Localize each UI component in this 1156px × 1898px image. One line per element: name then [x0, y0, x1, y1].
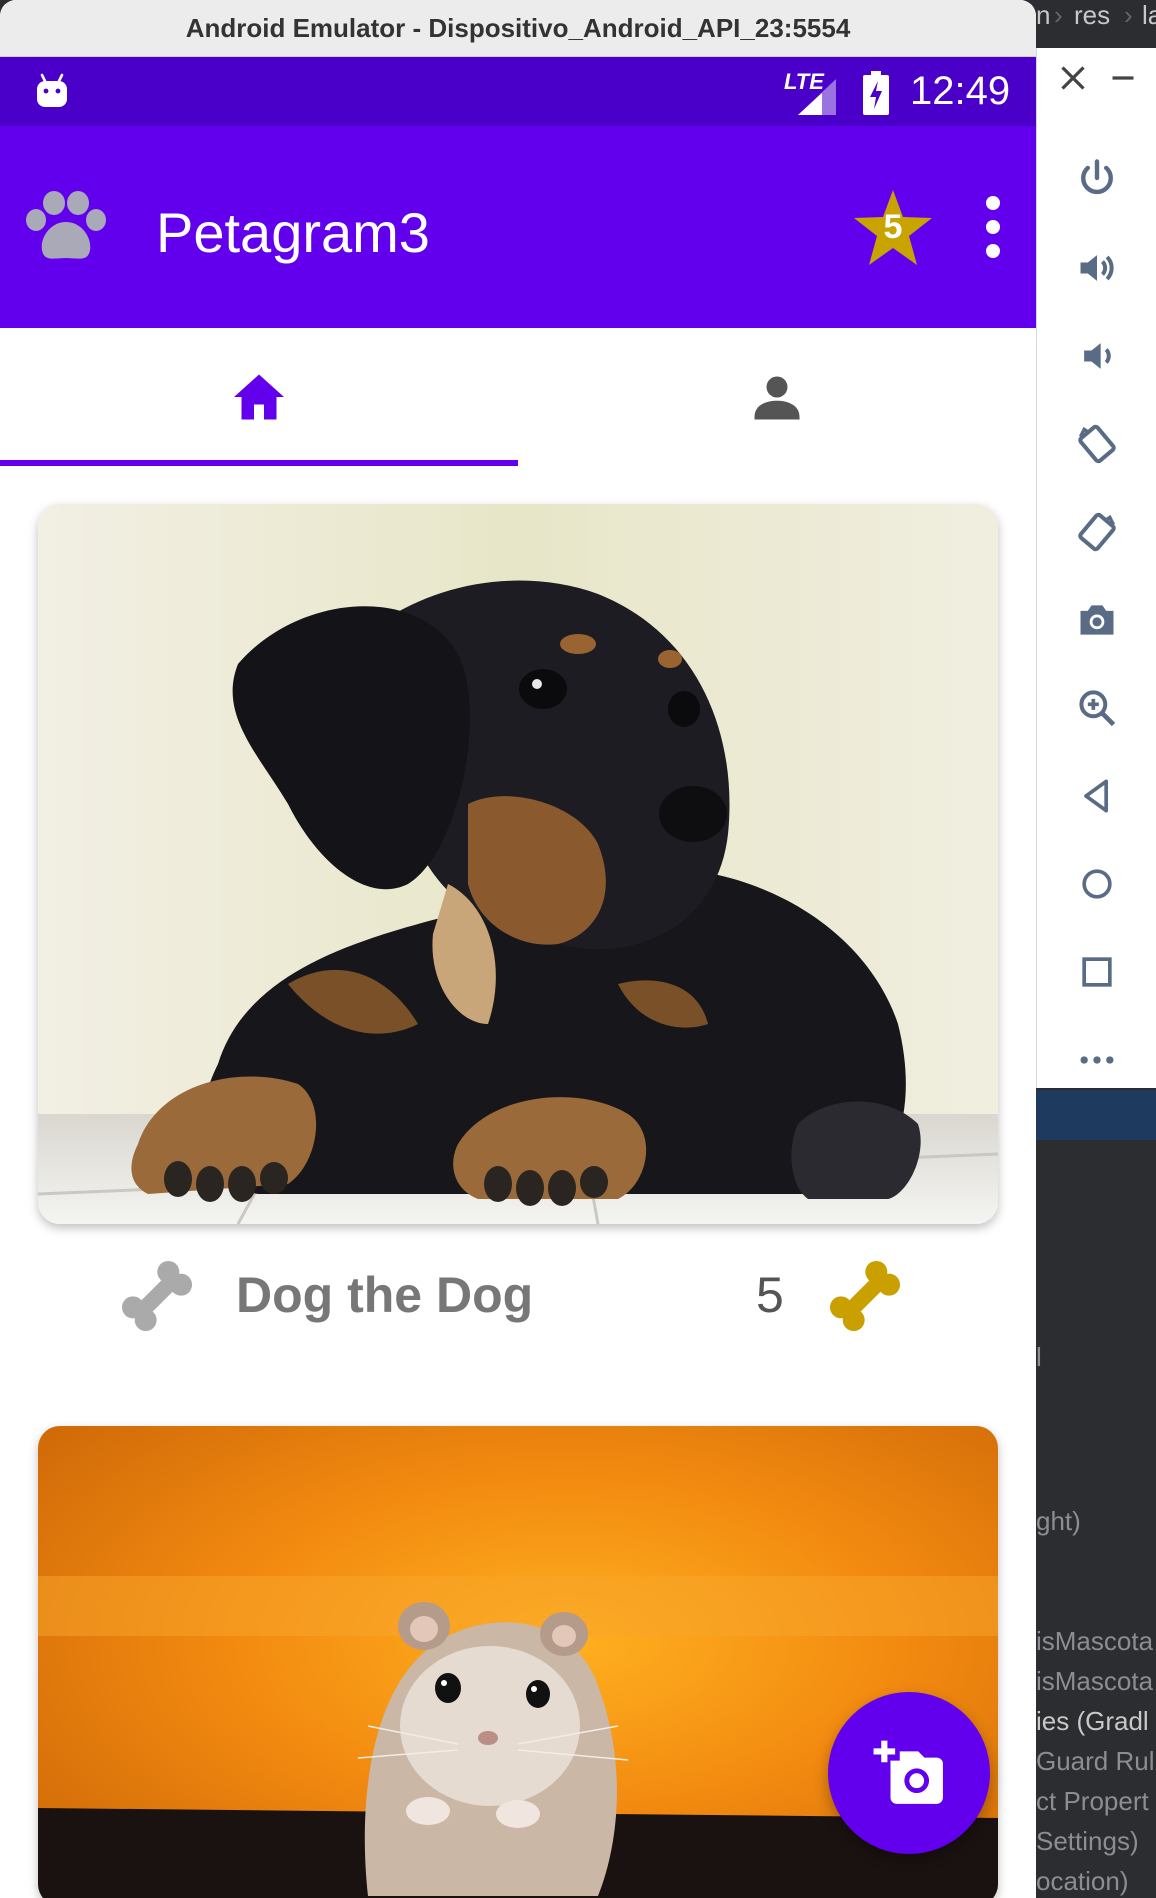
back-icon[interactable]: [1071, 770, 1123, 822]
ide-breadcrumb-item[interactable]: n: [1036, 0, 1050, 31]
tab-home[interactable]: [0, 328, 518, 466]
minimize-icon[interactable]: [1105, 60, 1141, 96]
emulator-toolbar: [1036, 48, 1156, 1088]
screen: n › res › la l ght) isMascota isMascota …: [0, 0, 1156, 1898]
app-title: Petagram3: [156, 201, 430, 264]
volume-up-icon[interactable]: [1071, 242, 1123, 294]
add-photo-fab[interactable]: [828, 1692, 990, 1854]
ide-breadcrumb-item[interactable]: la: [1142, 0, 1156, 31]
close-icon[interactable]: [1055, 60, 1091, 96]
battery-charging-icon: [863, 71, 889, 115]
camera-icon[interactable]: [1071, 594, 1123, 646]
pet-feed[interactable]: Dog the Dog 5: [0, 466, 1036, 1898]
home-icon[interactable]: [1071, 858, 1123, 910]
add-a-photo-icon: [873, 1740, 943, 1804]
rotate-left-icon[interactable]: [1071, 418, 1123, 470]
ide-text-line: Guard Rul: [1036, 1746, 1155, 1776]
ide-text-line: ies (Gradl: [1036, 1706, 1149, 1736]
dachshund-puppy-image: [38, 504, 998, 1224]
ide-text-line: Settings): [1036, 1826, 1139, 1856]
pet-likes-count: 5: [756, 1267, 784, 1323]
rate-bone-icon[interactable]: [112, 1251, 202, 1341]
window-title: Android Emulator - Dispositivo_Android_A…: [0, 0, 1036, 57]
android-debug-icon: [37, 73, 67, 107]
ide-text-line: isMascota: [1036, 1666, 1154, 1696]
more-icon[interactable]: [1071, 1034, 1123, 1086]
likes-bone-icon: [829, 1260, 901, 1332]
tab-bar: [0, 328, 1036, 466]
ide-breadcrumb-item[interactable]: res: [1074, 0, 1110, 31]
emulator-window: Android Emulator - Dispositivo_Android_A…: [0, 0, 1036, 1898]
volume-down-icon[interactable]: [1071, 330, 1123, 382]
app-bar: Petagram3 5: [0, 126, 1036, 328]
tab-profile[interactable]: [518, 328, 1036, 466]
pet-info-row: Dog the Dog 5: [0, 1246, 1036, 1346]
rotate-right-icon[interactable]: [1071, 506, 1123, 558]
ide-text-line: l: [1036, 1342, 1042, 1372]
ide-panel-header: [1036, 1090, 1156, 1140]
ide-text-line: isMascota: [1036, 1626, 1154, 1656]
zoom-icon[interactable]: [1071, 682, 1123, 734]
ide-text-line: ct Propert: [1036, 1786, 1149, 1816]
status-bar: LTE 12:49: [0, 57, 1036, 126]
ide-text-line: ght): [1036, 1506, 1081, 1536]
paw-icon: [26, 191, 106, 259]
signal-icon: [798, 79, 836, 115]
clock: 12:49: [910, 69, 1011, 113]
pet-photo[interactable]: [38, 504, 998, 1224]
ide-text-line: ocation): [1036, 1866, 1129, 1896]
person-icon: [754, 376, 800, 420]
pet-name: Dog the Dog: [236, 1267, 534, 1323]
ide-breadcrumb: n › res › la: [1036, 0, 1156, 48]
overview-icon[interactable]: [1071, 946, 1123, 998]
home-icon: [234, 374, 284, 420]
favorites-count[interactable]: 5: [852, 208, 934, 247]
more-vert-icon[interactable]: [978, 194, 1008, 260]
power-icon[interactable]: [1071, 152, 1123, 204]
